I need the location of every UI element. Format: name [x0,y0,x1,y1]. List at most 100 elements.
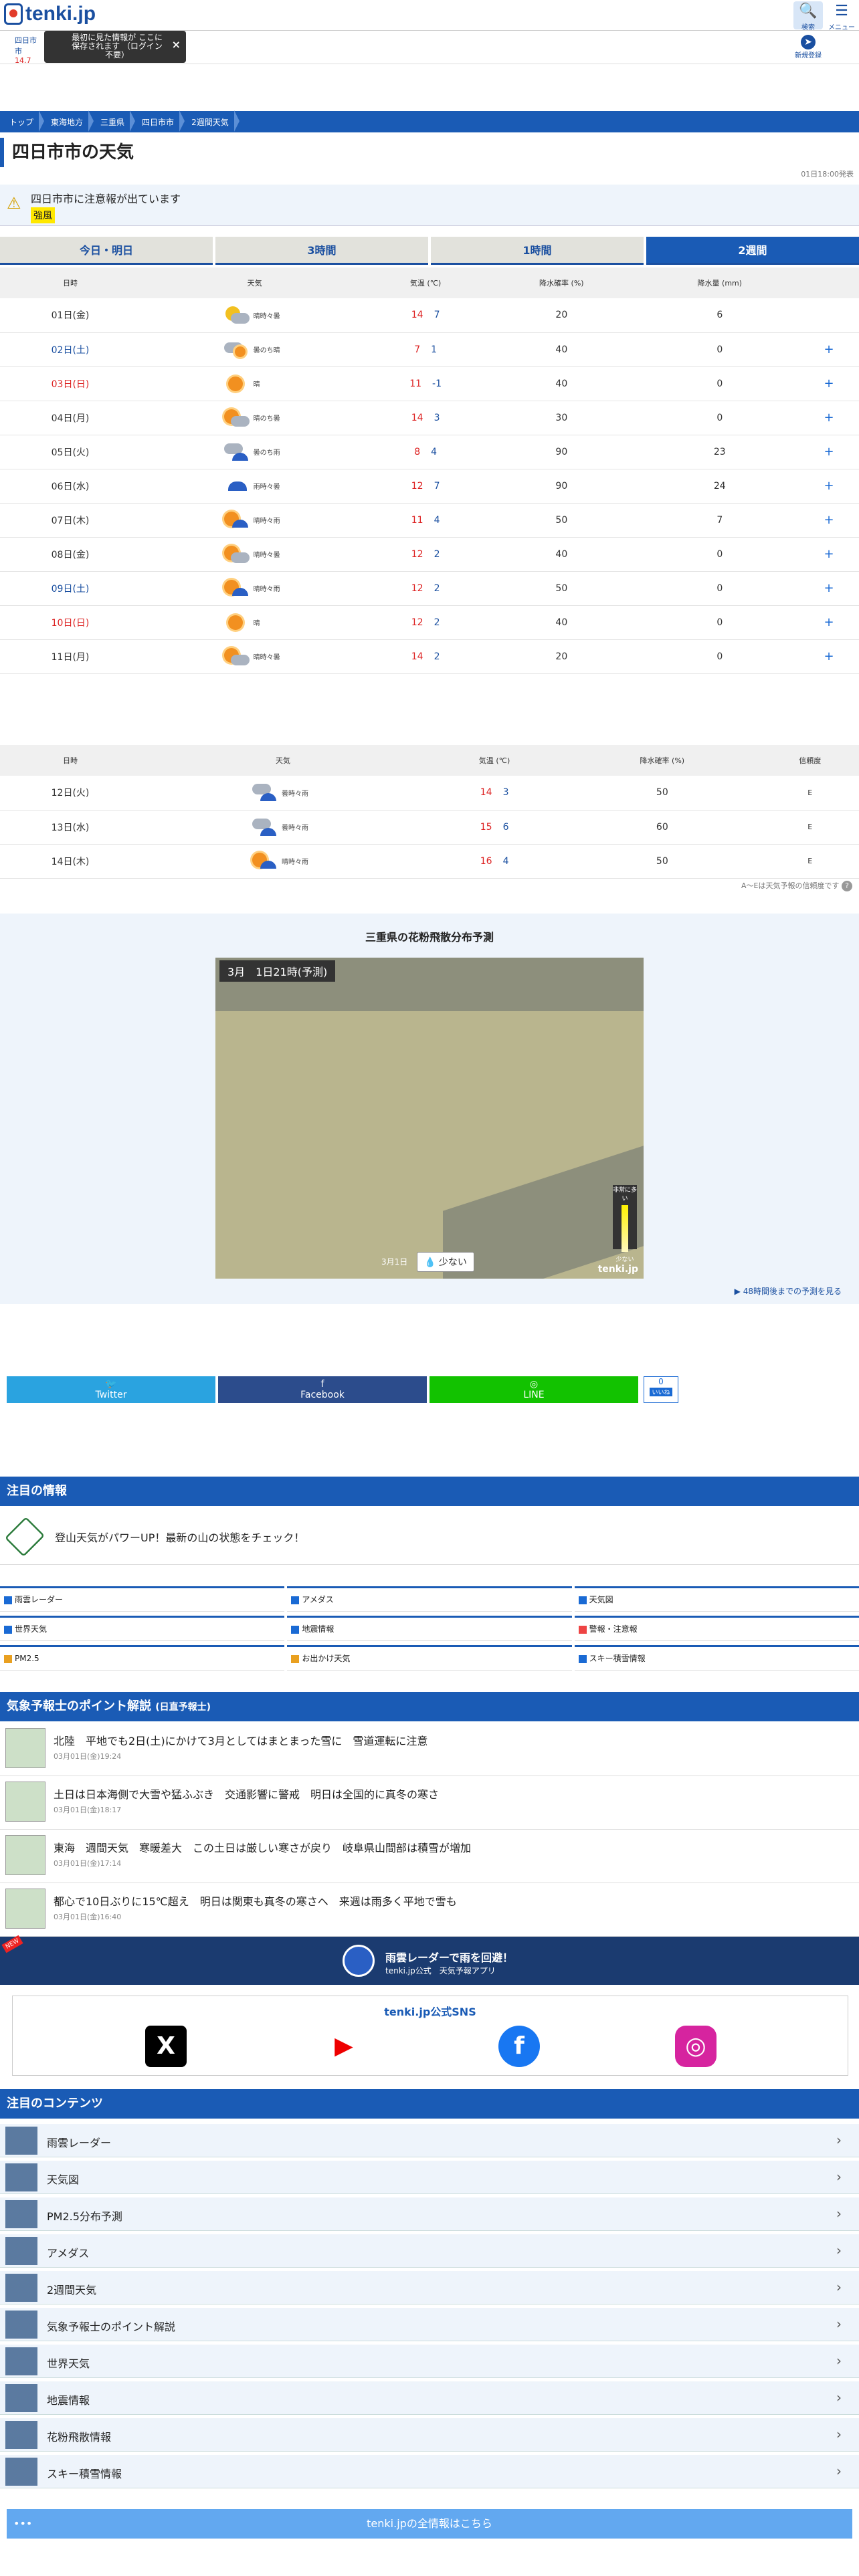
link-amedas[interactable]: アメダス [287,1586,572,1612]
pollen-more-link[interactable]: ▶ 48時間後までの予測を見る [735,1285,842,1297]
new-badge: NEW [1,1935,23,1953]
app-banner[interactable]: NEW 雨雲レーダーで雨を回避！ tenki.jp公式 天気予報アプリ [0,1935,859,1985]
breadcrumb-item[interactable]: トップ [0,110,45,132]
content-item[interactable]: 地震情報 › [0,2381,859,2415]
warning-box[interactable]: ⚠ 四日市市に注意報が出ています 強風 [0,185,859,226]
pollen-map[interactable]: 3月 1日21時(予測) 3月1日 💧 少ない 非常に多い 少ない tenki.j… [215,958,644,1279]
updated-time: 01日18:00発表 [801,170,854,179]
rain-cell: 0 [640,639,799,674]
breadcrumb-item[interactable]: 東海地方 [41,110,94,132]
all-info-button[interactable]: ••• tenki.jpの全情報はこちら [7,2509,852,2539]
rain-cell: 7 [640,503,799,538]
temp-low: 4 [502,855,509,867]
map-legend: 非常に多い 少ない [613,1185,637,1263]
facebook-share-button[interactable]: f Facebook [218,1376,427,1403]
link-leisure[interactable]: お出かけ天気 [287,1645,572,1671]
temp-high: 15 [480,821,492,833]
news-item[interactable]: 北陸 平地でも2日(土)にかけて3月としてはまとまった雪に 雪道運転に注意 03月… [0,1723,859,1776]
temp-low: 4 [431,446,438,457]
news-item[interactable]: 東海 週間天気 寒暖差大 この土日は厳しい寒さが戻り 岐阜県山間部は積雪が増加 0… [0,1830,859,1883]
table-row: 01日(金) 晴時々曇 14 7 20 6 [0,298,859,333]
content-item[interactable]: 世界天気 › [0,2345,859,2378]
content-thumbnail [5,2127,37,2155]
logo-icon [4,3,23,25]
temp-low: 2 [434,582,440,594]
news-item[interactable]: 都心で10日ぶりに15℃超え 明日は関東も真冬の寒さへ 来週は雨多く平地で雪も 0… [0,1883,859,1937]
expand-button[interactable]: + [799,469,859,504]
rain-cell: 0 [640,537,799,572]
temp-high: 16 [480,855,492,867]
table-row: 05日(火) 曇のち雨 84 90 23 + [0,435,859,469]
breadcrumb-item[interactable]: 四日市市 [132,110,185,132]
temp-high: 12 [411,617,423,628]
register-button[interactable]: ➤ 新規登録 [793,35,823,62]
content-item[interactable]: 花粉飛散情報 › [0,2418,859,2452]
x-icon[interactable]: X [145,2026,187,2067]
temp-low: 6 [502,821,509,833]
table-row: 07日(木) 晴時々雨 11 4 50 7 + [0,503,859,538]
tab-today[interactable]: 今日・明日 [0,237,213,265]
expand-button[interactable]: + [799,435,859,469]
table-row: 02日(土) 曇のち晴 71 40 0 + [0,332,859,367]
temp-high: 8 [414,446,421,457]
attention-item[interactable]: 登山天気がパワーUP！最新の山の状態をチェック！ [0,1509,859,1565]
date-cell: 06日(水) [0,469,140,504]
content-thumbnail [5,2163,37,2191]
content-item[interactable]: 気象予報士のポイント解説 › [0,2308,859,2341]
content-item[interactable]: 雨雲レーダー › [0,2124,859,2157]
map-date: 3月1日 [381,1257,408,1267]
table-row: 04日(月) 晴のち曇 14 3 30 0 + [0,401,859,435]
expand-button[interactable]: + [799,537,859,572]
tab-1hour[interactable]: 1時間 [431,237,644,265]
like-counter[interactable]: 0 いいね [644,1376,678,1403]
content-thumbnail [5,2311,37,2339]
expand-button[interactable]: + [799,401,859,435]
expand-button[interactable]: + [799,503,859,538]
menu-button[interactable]: ☰ メニュー [827,1,856,31]
favorite-city[interactable]: 四日市市 14.7 [1,35,41,65]
breadcrumb-item[interactable]: 三重県 [91,110,136,132]
weather-icon [223,613,250,633]
link-earthquake[interactable]: 地震情報 [287,1616,572,1641]
link-warning[interactable]: 警報・注意報 [574,1616,859,1641]
tab-2week[interactable]: 2週間 [646,237,859,265]
content-item[interactable]: PM2.5分布予測 › [0,2197,859,2231]
pop-cell: 50 [482,503,641,538]
youtube-icon[interactable]: ▶ [323,2026,365,2067]
expand-button[interactable]: + [799,332,859,367]
link-ski[interactable]: スキー積雪情報 [574,1645,859,1671]
content-item[interactable]: 天気図 › [0,2161,859,2194]
twitter-share-button[interactable]: 🐦 Twitter [7,1376,215,1403]
expand-button[interactable] [799,298,859,333]
chart-icon [578,1596,587,1604]
content-item[interactable]: 2週間天気 › [0,2271,859,2304]
facebook-icon[interactable]: f [498,2026,540,2067]
content-item[interactable]: アメダス › [0,2234,859,2268]
leisure-icon [291,1654,300,1663]
link-pm25[interactable]: PM2.5 [0,1645,285,1671]
instagram-icon[interactable]: ◎ [675,2026,717,2067]
search-icon: 🔍 [799,3,818,19]
date-cell: 14日(木) [0,844,140,879]
content-item[interactable]: スキー積雪情報 › [0,2455,859,2488]
site-logo[interactable]: tenki.jp [4,3,96,25]
link-world[interactable]: 世界天気 [0,1616,285,1641]
earthquake-icon [291,1625,300,1634]
site-header: tenki.jp 🔍 検索 ☰ メニュー [0,0,859,31]
news-item[interactable]: 土日は日本海側で大雪や猛ふぶき 交通影響に警戒 明日は全国的に真冬の寒さ 03月0… [0,1776,859,1830]
expand-button[interactable]: + [799,639,859,674]
expand-button[interactable]: + [799,571,859,606]
expand-button[interactable]: + [799,366,859,401]
tab-3hour[interactable]: 3時間 [215,237,428,265]
line-share-button[interactable]: ◎ LINE [430,1376,638,1403]
close-icon[interactable]: × [172,39,181,50]
expand-button[interactable]: + [799,605,859,640]
date-cell: 08日(金) [0,537,140,572]
search-button[interactable]: 🔍 検索 [793,1,823,31]
link-radar[interactable]: 雨雲レーダー [0,1586,285,1612]
breadcrumb-item: 2週間天気 [182,110,240,132]
help-icon[interactable]: ? [842,881,852,891]
link-chart[interactable]: 天気図 [574,1586,859,1612]
weather-icon [251,851,278,871]
content-thumbnail [5,2347,37,2375]
